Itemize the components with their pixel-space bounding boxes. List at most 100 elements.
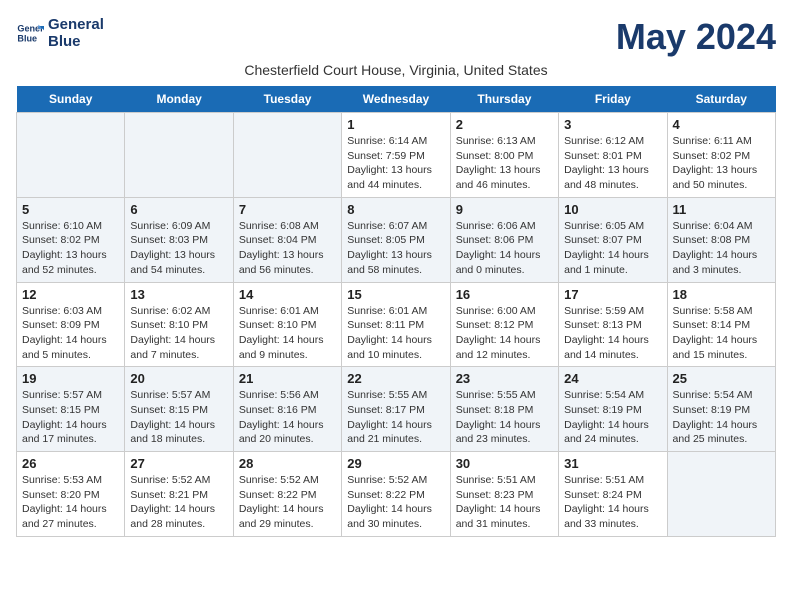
header: General Blue General Blue May 2024: [16, 16, 776, 58]
day-number: 16: [456, 287, 553, 302]
calendar-cell: 18 Sunrise: 5:58 AMSunset: 8:14 PMDayligh…: [667, 282, 775, 367]
day-info: Sunrise: 6:14 AMSunset: 7:59 PMDaylight:…: [347, 134, 444, 193]
day-info: Sunrise: 5:57 AMSunset: 8:15 PMDaylight:…: [22, 388, 119, 447]
logo-blue: Blue: [48, 33, 104, 50]
day-number: 27: [130, 456, 227, 471]
calendar-cell: 8Sunrise: 6:07 AMSunset: 8:05 PMDaylight…: [342, 197, 450, 282]
day-number: 24: [564, 371, 661, 386]
day-header-monday: Monday: [125, 86, 233, 113]
calendar-cell: 6Sunrise: 6:09 AMSunset: 8:03 PMDaylight…: [125, 197, 233, 282]
calendar-cell: 26 Sunrise: 5:53 AMSunset: 8:20 PMDayligh…: [17, 452, 125, 537]
day-info: Sunrise: 6:08 AMSunset: 8:04 PMDaylight:…: [239, 219, 336, 278]
day-number: 5: [22, 202, 119, 217]
calendar-cell: 10Sunrise: 6:05 AMSunset: 8:07 PMDayligh…: [559, 197, 667, 282]
day-info: Sunrise: 5:52 AMSunset: 8:22 PMDaylight:…: [239, 473, 336, 532]
day-info: Sunrise: 6:00 AMSunset: 8:12 PMDaylight:…: [456, 304, 553, 363]
day-info: Sunrise: 5:54 AMSunset: 8:19 PMDaylight:…: [673, 388, 770, 447]
calendar-table: SundayMondayTuesdayWednesdayThursdayFrid…: [16, 86, 776, 537]
day-number: 2: [456, 117, 553, 132]
logo-general: General: [48, 16, 104, 33]
calendar-cell: [233, 113, 341, 198]
day-number: 7: [239, 202, 336, 217]
day-info: Sunrise: 6:04 AMSunset: 8:08 PMDaylight:…: [673, 219, 770, 278]
day-info: Sunrise: 5:51 AMSunset: 8:24 PMDaylight:…: [564, 473, 661, 532]
day-number: 1: [347, 117, 444, 132]
day-header-tuesday: Tuesday: [233, 86, 341, 113]
day-info: Sunrise: 5:56 AMSunset: 8:16 PMDaylight:…: [239, 388, 336, 447]
day-number: 19: [22, 371, 119, 386]
calendar-cell: 12Sunrise: 6:03 AMSunset: 8:09 PMDayligh…: [17, 282, 125, 367]
calendar-cell: [667, 452, 775, 537]
day-number: 29: [347, 456, 444, 471]
day-number: 18: [673, 287, 770, 302]
day-header-sunday: Sunday: [17, 86, 125, 113]
day-info: Sunrise: 6:02 AMSunset: 8:10 PMDaylight:…: [130, 304, 227, 363]
day-number: 26: [22, 456, 119, 471]
day-info: Sunrise: 5:58 AMSunset: 8:14 PMDaylight:…: [673, 304, 770, 363]
day-number: 8: [347, 202, 444, 217]
calendar-cell: 25 Sunrise: 5:54 AMSunset: 8:19 PMDayligh…: [667, 367, 775, 452]
calendar-cell: [125, 113, 233, 198]
day-number: 6: [130, 202, 227, 217]
day-info: Sunrise: 5:51 AMSunset: 8:23 PMDaylight:…: [456, 473, 553, 532]
calendar-cell: 21 Sunrise: 5:56 AMSunset: 8:16 PMDayligh…: [233, 367, 341, 452]
logo: General Blue General Blue: [16, 16, 104, 50]
day-info: Sunrise: 5:52 AMSunset: 8:21 PMDaylight:…: [130, 473, 227, 532]
day-info: Sunrise: 5:55 AMSunset: 8:18 PMDaylight:…: [456, 388, 553, 447]
day-number: 10: [564, 202, 661, 217]
day-number: 28: [239, 456, 336, 471]
calendar-cell: 28 Sunrise: 5:52 AMSunset: 8:22 PMDayligh…: [233, 452, 341, 537]
calendar-cell: 3 Sunrise: 6:12 AMSunset: 8:01 PMDaylight…: [559, 113, 667, 198]
day-number: 11: [673, 202, 770, 217]
week-row-3: 12Sunrise: 6:03 AMSunset: 8:09 PMDayligh…: [17, 282, 776, 367]
day-number: 14: [239, 287, 336, 302]
day-info: Sunrise: 6:13 AMSunset: 8:00 PMDaylight:…: [456, 134, 553, 193]
day-header-wednesday: Wednesday: [342, 86, 450, 113]
day-number: 3: [564, 117, 661, 132]
day-number: 9: [456, 202, 553, 217]
week-row-2: 5Sunrise: 6:10 AMSunset: 8:02 PMDaylight…: [17, 197, 776, 282]
day-info: Sunrise: 6:01 AMSunset: 8:10 PMDaylight:…: [239, 304, 336, 363]
day-info: Sunrise: 6:12 AMSunset: 8:01 PMDaylight:…: [564, 134, 661, 193]
logo-icon: General Blue: [16, 19, 44, 47]
subtitle: Chesterfield Court House, Virginia, Unit…: [16, 62, 776, 78]
day-info: Sunrise: 5:52 AMSunset: 8:22 PMDaylight:…: [347, 473, 444, 532]
calendar-cell: 15Sunrise: 6:01 AMSunset: 8:11 PMDayligh…: [342, 282, 450, 367]
day-number: 23: [456, 371, 553, 386]
day-number: 4: [673, 117, 770, 132]
calendar-cell: 22Sunrise: 5:55 AMSunset: 8:17 PMDayligh…: [342, 367, 450, 452]
day-info: Sunrise: 5:55 AMSunset: 8:17 PMDaylight:…: [347, 388, 444, 447]
svg-text:Blue: Blue: [17, 33, 37, 43]
calendar-cell: 14 Sunrise: 6:01 AMSunset: 8:10 PMDayligh…: [233, 282, 341, 367]
calendar-cell: [17, 113, 125, 198]
day-number: 13: [130, 287, 227, 302]
day-info: Sunrise: 5:53 AMSunset: 8:20 PMDaylight:…: [22, 473, 119, 532]
calendar-cell: 2 Sunrise: 6:13 AMSunset: 8:00 PMDaylight…: [450, 113, 558, 198]
calendar-cell: 27 Sunrise: 5:52 AMSunset: 8:21 PMDayligh…: [125, 452, 233, 537]
calendar-cell: 13 Sunrise: 6:02 AMSunset: 8:10 PMDayligh…: [125, 282, 233, 367]
day-info: Sunrise: 5:54 AMSunset: 8:19 PMDaylight:…: [564, 388, 661, 447]
day-number: 25: [673, 371, 770, 386]
calendar-cell: 4Sunrise: 6:11 AMSunset: 8:02 PMDaylight…: [667, 113, 775, 198]
calendar-cell: 9Sunrise: 6:06 AMSunset: 8:06 PMDaylight…: [450, 197, 558, 282]
day-number: 17: [564, 287, 661, 302]
day-number: 12: [22, 287, 119, 302]
day-header-thursday: Thursday: [450, 86, 558, 113]
calendar-cell: 16 Sunrise: 6:00 AMSunset: 8:12 PMDayligh…: [450, 282, 558, 367]
calendar-cell: 31 Sunrise: 5:51 AMSunset: 8:24 PMDayligh…: [559, 452, 667, 537]
day-header-saturday: Saturday: [667, 86, 775, 113]
calendar-cell: 1 Sunrise: 6:14 AMSunset: 7:59 PMDaylight…: [342, 113, 450, 198]
day-number: 31: [564, 456, 661, 471]
calendar-cell: 7 Sunrise: 6:08 AMSunset: 8:04 PMDaylight…: [233, 197, 341, 282]
week-row-5: 26 Sunrise: 5:53 AMSunset: 8:20 PMDayligh…: [17, 452, 776, 537]
calendar-cell: 17Sunrise: 5:59 AMSunset: 8:13 PMDayligh…: [559, 282, 667, 367]
day-number: 15: [347, 287, 444, 302]
day-number: 30: [456, 456, 553, 471]
calendar-cell: 5Sunrise: 6:10 AMSunset: 8:02 PMDaylight…: [17, 197, 125, 282]
week-row-4: 19 Sunrise: 5:57 AMSunset: 8:15 PMDayligh…: [17, 367, 776, 452]
calendar-cell: 29 Sunrise: 5:52 AMSunset: 8:22 PMDayligh…: [342, 452, 450, 537]
day-number: 21: [239, 371, 336, 386]
day-info: Sunrise: 5:57 AMSunset: 8:15 PMDaylight:…: [130, 388, 227, 447]
calendar-cell: 24 Sunrise: 5:54 AMSunset: 8:19 PMDayligh…: [559, 367, 667, 452]
header-row: SundayMondayTuesdayWednesdayThursdayFrid…: [17, 86, 776, 113]
